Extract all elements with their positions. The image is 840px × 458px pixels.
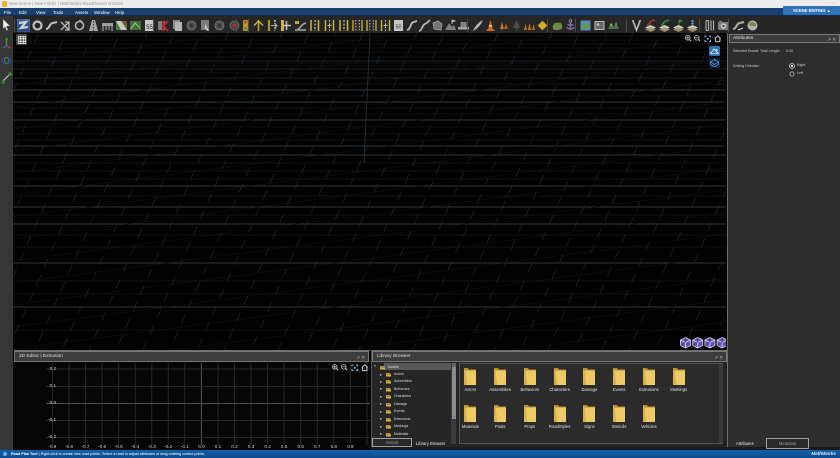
svg-text:50: 50	[395, 25, 401, 31]
